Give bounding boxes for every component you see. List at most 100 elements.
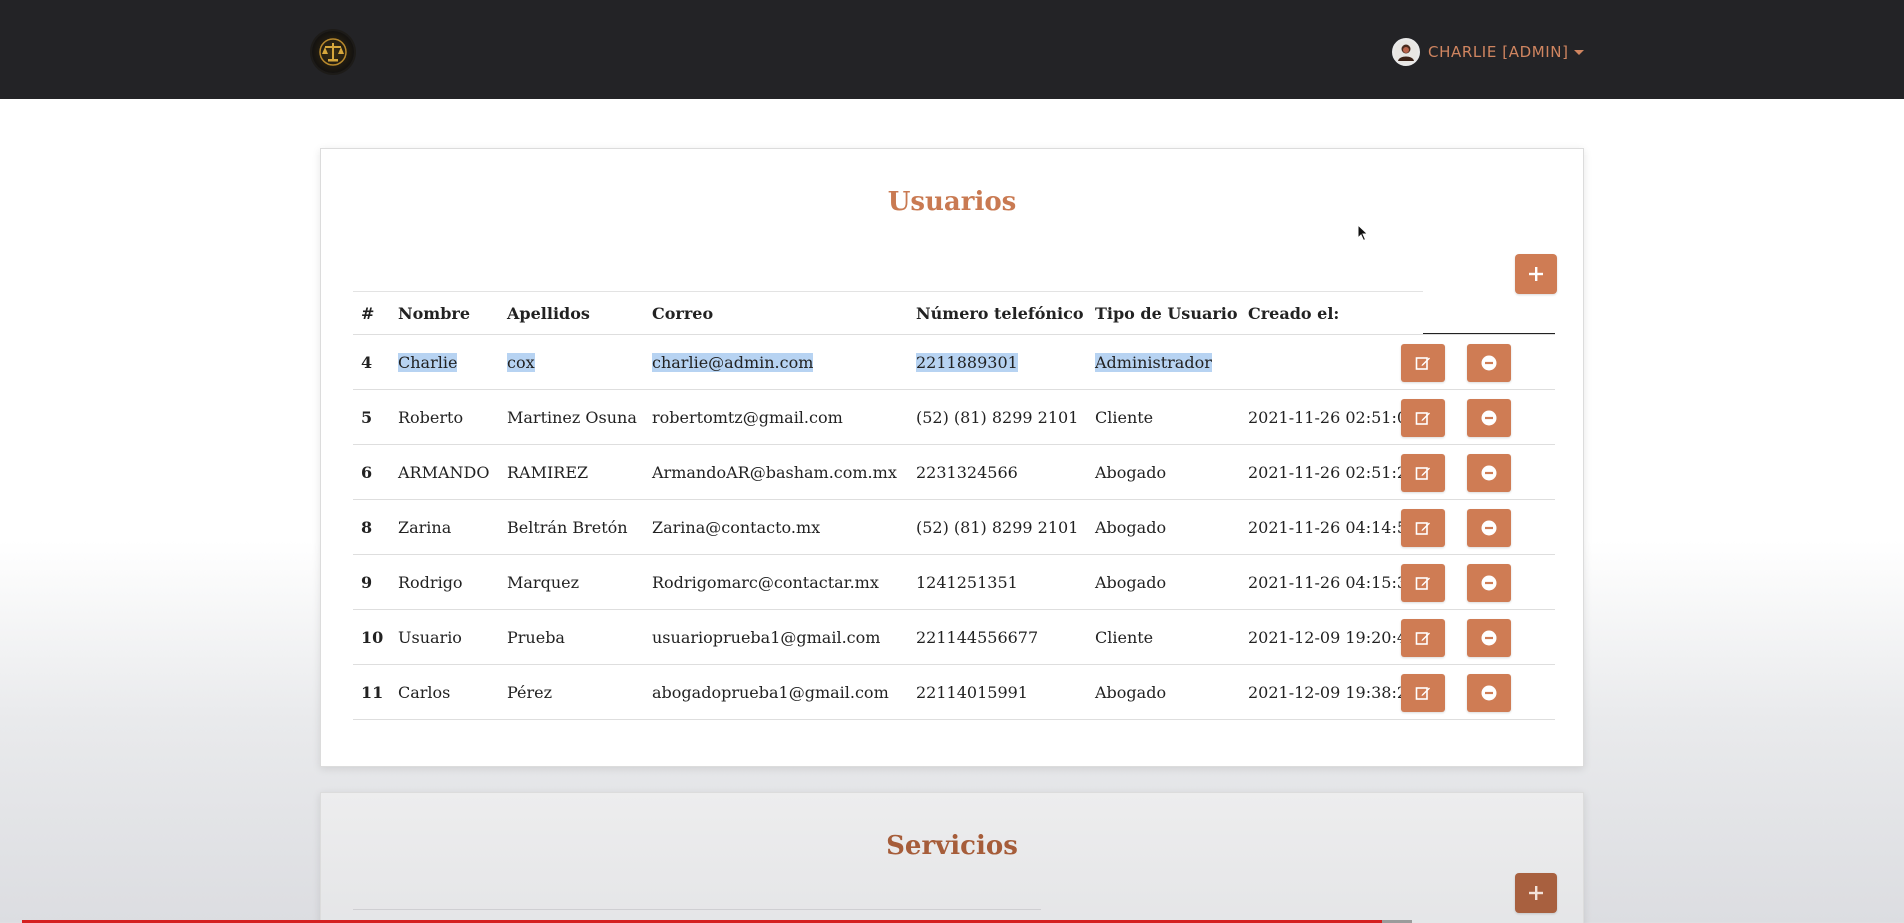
edit-user-button[interactable] (1401, 399, 1445, 437)
table-row: 8 Zarina Beltrán Bretón Zarina@contacto.mx (… (353, 500, 1555, 555)
col-header-nombre: Nombre (398, 303, 471, 323)
plus-icon (1529, 267, 1543, 281)
cell-creado: 2021-11-26 02:51:04 (1248, 390, 1417, 444)
cell-telefono: (52) (81) 8299 2101 (916, 390, 1078, 444)
cell-creado: 2021-12-09 19:20:46 (1248, 610, 1417, 664)
delete-user-button[interactable] (1467, 344, 1511, 382)
users-title: Usuarios (887, 187, 1017, 217)
delete-user-button[interactable] (1467, 454, 1511, 492)
cell-apellidos-text: cox (507, 352, 535, 372)
cell-apellidos: Pérez (507, 665, 552, 719)
delete-user-button[interactable] (1467, 674, 1511, 712)
edit-icon (1415, 577, 1430, 590)
cell-correo: abogadoprueba1@gmail.com (652, 665, 889, 719)
user-menu-dropdown[interactable]: CHARLIE [ADMIN] (1392, 37, 1584, 67)
edit-user-button[interactable] (1401, 344, 1445, 382)
col-header-tipo: Tipo de Usuario (1095, 303, 1238, 323)
cell-nombre-text: Usuario (398, 627, 462, 647)
delete-user-button[interactable] (1467, 399, 1511, 437)
cell-correo-text: charlie@admin.com (652, 352, 814, 372)
cell-correo-text: robertomtz@gmail.com (652, 407, 843, 427)
edit-icon (1415, 412, 1430, 425)
cell-nombre: ARMANDO (398, 445, 489, 499)
cell-tipo-text: Abogado (1095, 462, 1167, 482)
cell-correo-text: ArmandoAR@basham.com.mx (652, 462, 897, 482)
cell-id-text: 10 (361, 627, 384, 647)
table-body: 4 Charlie cox charlie@admin.com 2211889301 Ad… (353, 334, 1555, 720)
cell-correo: robertomtz@gmail.com (652, 390, 843, 444)
remove-icon (1481, 630, 1497, 646)
add-user-button[interactable] (1515, 254, 1557, 294)
edit-icon (1415, 632, 1430, 645)
cell-tipo: Administrador (1095, 335, 1212, 389)
remove-icon (1481, 520, 1497, 536)
cell-nombre: Charlie (398, 335, 458, 389)
delete-user-button[interactable] (1467, 509, 1511, 547)
delete-user-button[interactable] (1467, 564, 1511, 602)
cell-apellidos: RAMIREZ (507, 445, 588, 499)
cell-tipo: Cliente (1095, 610, 1153, 664)
cell-telefono-text: 2211889301 (916, 352, 1018, 372)
cell-id-text: 11 (361, 682, 384, 702)
cell-creado: 2021-11-26 04:15:35 (1248, 555, 1417, 609)
cell-creado: 2021-11-26 04:14:52 (1248, 500, 1417, 554)
cell-apellidos-text: Marquez (507, 572, 580, 592)
cell-telefono-text: 22114015991 (916, 682, 1028, 702)
cell-creado-text: 2021-12-09 19:20:46 (1248, 627, 1418, 647)
users-table: # Nombre Apellidos Correo Número telefón… (353, 291, 1555, 720)
cell-nombre-text: ARMANDO (398, 462, 490, 482)
col-header-creado: Creado el: (1248, 303, 1340, 323)
cell-creado-text: 2021-11-26 02:51:04 (1248, 407, 1418, 427)
table-row: 6 ARMANDO RAMIREZ ArmandoAR@basham.com.mx 22… (353, 445, 1555, 500)
cell-apellidos: Beltrán Bretón (507, 500, 628, 554)
cell-correo-text: abogadoprueba1@gmail.com (652, 682, 889, 702)
table-header: # Nombre Apellidos Correo Número telefón… (353, 291, 1555, 335)
cell-nombre-text: Charlie (398, 352, 458, 372)
delete-user-button[interactable] (1467, 619, 1511, 657)
cell-telefono: (52) (81) 8299 2101 (916, 500, 1078, 554)
cell-correo-text: Rodrigomarc@contactar.mx (652, 572, 879, 592)
table-row: 9 Rodrigo Marquez Rodrigomarc@contactar.mx 1… (353, 555, 1555, 610)
cell-correo: Rodrigomarc@contactar.mx (652, 555, 879, 609)
cell-apellidos: Prueba (507, 610, 565, 664)
table-row: 11 Carlos Pérez abogadoprueba1@gmail.com 221… (353, 665, 1555, 720)
cell-id-text: 8 (361, 517, 373, 537)
services-card: Servicios (320, 792, 1584, 923)
cell-correo-text: usuarioprueba1@gmail.com (652, 627, 881, 647)
table-row: 5 Roberto Martinez Osuna robertomtz@gmail.c… (353, 390, 1555, 445)
edit-user-button[interactable] (1401, 619, 1445, 657)
cell-telefono: 22114015991 (916, 665, 1028, 719)
cell-nombre-text: Rodrigo (398, 572, 463, 592)
cell-nombre-text: Roberto (398, 407, 464, 427)
cell-id: 9 (361, 555, 372, 609)
cell-tipo: Abogado (1095, 665, 1166, 719)
cell-correo: charlie@admin.com (652, 335, 814, 389)
cell-apellidos: Marquez (507, 555, 579, 609)
mouse-cursor-icon (1357, 223, 1369, 246)
add-service-button[interactable] (1515, 873, 1557, 913)
cell-id: 8 (361, 500, 372, 554)
col-header-correo: Correo (652, 303, 714, 323)
cell-correo-text: Zarina@contacto.mx (652, 517, 821, 537)
edit-user-button[interactable] (1401, 454, 1445, 492)
cell-id-text: 4 (361, 352, 373, 372)
plus-icon (1529, 886, 1543, 900)
edit-user-button[interactable] (1401, 674, 1445, 712)
remove-icon (1481, 410, 1497, 426)
cell-creado-text: 2021-11-26 04:15:35 (1248, 572, 1418, 592)
remove-icon (1481, 355, 1497, 371)
edit-user-button[interactable] (1401, 564, 1445, 602)
cell-apellidos-text: Beltrán Bretón (507, 517, 628, 537)
cell-apellidos-text: Martinez Osuna (507, 407, 637, 427)
services-table-divider (353, 909, 1041, 910)
cell-tipo-text: Cliente (1095, 627, 1154, 647)
chevron-down-icon (1573, 49, 1584, 55)
cell-id-text: 5 (361, 407, 373, 427)
cell-nombre: Roberto (398, 390, 463, 444)
cell-tipo: Abogado (1095, 555, 1166, 609)
cell-creado-text: 2021-12-09 19:38:24 (1248, 682, 1418, 702)
cell-nombre: Carlos (398, 665, 450, 719)
cell-id: 10 (361, 610, 383, 664)
edit-user-button[interactable] (1401, 509, 1445, 547)
scales-of-justice-logo-icon[interactable] (312, 31, 354, 73)
